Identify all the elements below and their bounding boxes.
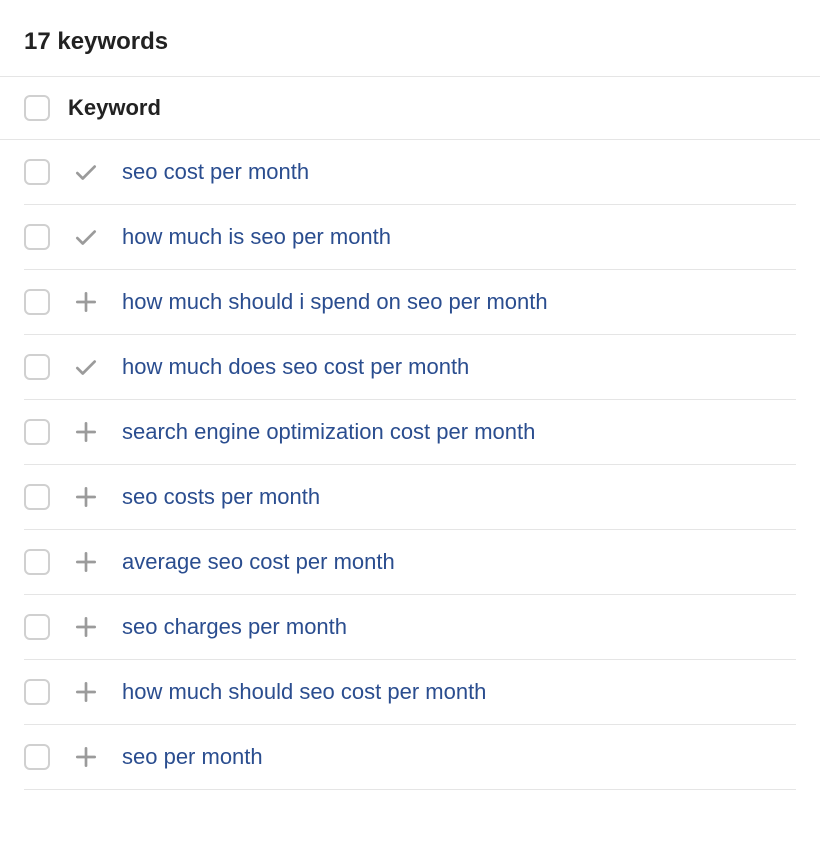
row-checkbox[interactable] [24, 419, 50, 445]
table-row: how much should seo cost per month [24, 660, 796, 725]
table-row: how much is seo per month [24, 205, 796, 270]
row-checkbox[interactable] [24, 224, 50, 250]
keyword-link[interactable]: seo charges per month [122, 614, 347, 640]
plus-icon[interactable] [72, 613, 100, 641]
check-icon[interactable] [72, 353, 100, 381]
column-keyword-label: Keyword [68, 95, 161, 121]
table-row: how much should i spend on seo per month [24, 270, 796, 335]
keyword-link[interactable]: seo cost per month [122, 159, 309, 185]
keyword-link[interactable]: seo per month [122, 744, 263, 770]
page-title: 17 keywords [24, 28, 796, 56]
keyword-link[interactable]: how much does seo cost per month [122, 354, 469, 380]
keyword-link[interactable]: how much is seo per month [122, 224, 391, 250]
row-checkbox[interactable] [24, 679, 50, 705]
table-row: search engine optimization cost per mont… [24, 400, 796, 465]
table-row: seo per month [24, 725, 796, 790]
check-icon[interactable] [72, 158, 100, 186]
row-checkbox[interactable] [24, 744, 50, 770]
plus-icon[interactable] [72, 483, 100, 511]
keyword-link[interactable]: how much should i spend on seo per month [122, 289, 548, 315]
keyword-link[interactable]: how much should seo cost per month [122, 679, 486, 705]
row-checkbox[interactable] [24, 354, 50, 380]
row-checkbox[interactable] [24, 484, 50, 510]
row-checkbox[interactable] [24, 159, 50, 185]
check-icon[interactable] [72, 223, 100, 251]
table-header-row: Keyword [0, 76, 820, 140]
select-all-checkbox[interactable] [24, 95, 50, 121]
row-checkbox[interactable] [24, 614, 50, 640]
page-header: 17 keywords [0, 0, 820, 76]
row-checkbox[interactable] [24, 549, 50, 575]
keyword-link[interactable]: average seo cost per month [122, 549, 395, 575]
plus-icon[interactable] [72, 288, 100, 316]
plus-icon[interactable] [72, 678, 100, 706]
plus-icon[interactable] [72, 418, 100, 446]
table-row: seo charges per month [24, 595, 796, 660]
keyword-link[interactable]: search engine optimization cost per mont… [122, 419, 535, 445]
row-checkbox[interactable] [24, 289, 50, 315]
keyword-rows-container: seo cost per month how much is seo per mo… [0, 140, 820, 790]
plus-icon[interactable] [72, 548, 100, 576]
table-row: seo costs per month [24, 465, 796, 530]
table-row: seo cost per month [24, 140, 796, 205]
table-row: how much does seo cost per month [24, 335, 796, 400]
plus-icon[interactable] [72, 743, 100, 771]
keyword-link[interactable]: seo costs per month [122, 484, 320, 510]
table-row: average seo cost per month [24, 530, 796, 595]
